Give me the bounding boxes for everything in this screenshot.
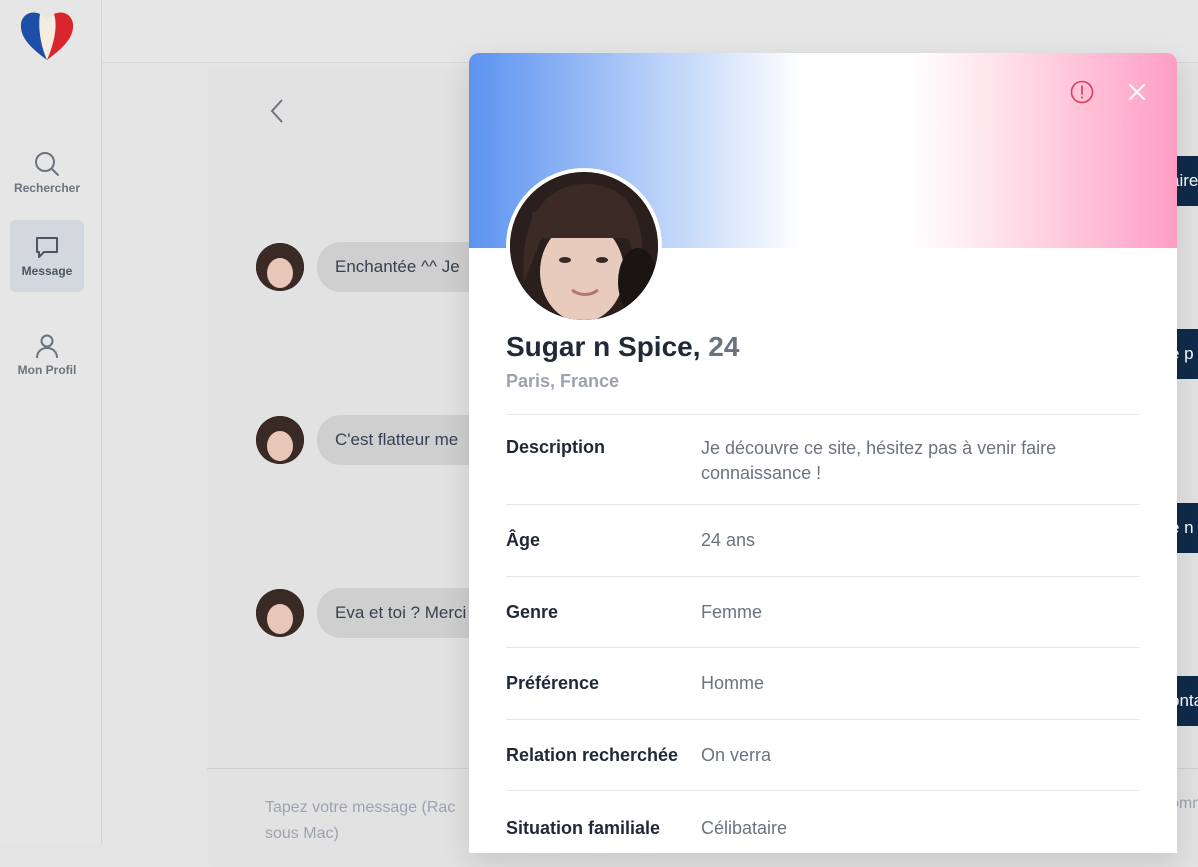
message-input[interactable]: Tapez votre message (Rac sous Mac) [265,795,485,847]
detail-label: Genre [506,601,559,622]
detail-label: Description [506,437,606,457]
detail-label: Âge [506,530,541,550]
close-icon [1129,84,1145,100]
detail-row-relation: Relation recherchée On verra [506,720,1140,791]
sidebar-item-mon-profil[interactable]: Mon Profil [10,319,84,391]
sidebar: Rechercher Message Mon Profil [0,0,102,845]
user-icon [36,334,58,359]
sidebar-item-message[interactable]: Message [10,220,84,292]
detail-row-situation: Situation familiale Célibataire [506,791,1140,853]
back-button[interactable] [262,96,292,126]
detail-value: Célibataire [701,818,788,838]
profile-photo [506,168,662,324]
profile-details: Description Je découvre ce site, hésitez… [506,414,1140,853]
alert-circle-icon [1070,80,1094,104]
sidebar-item-label: Rechercher [13,181,81,195]
detail-value: Je découvre ce site, hésitez pas à venir… [701,438,1057,483]
detail-row-description: Description Je découvre ce site, hésitez… [506,415,1140,505]
close-button[interactable] [1126,81,1148,103]
detail-value: Femme [701,601,763,622]
sidebar-item-label: Message [21,264,73,278]
heart-logo-icon[interactable] [18,8,76,62]
detail-value: On verra [701,744,772,765]
detail-row-preference: Préférence Homme [506,648,1140,720]
search-icon [35,152,59,176]
detail-row-genre: Genre Femme [506,577,1140,648]
detail-value: 24 ans [701,530,756,550]
detail-label: Relation recherchée [506,744,679,765]
message-icon [36,237,58,258]
profile-age: 24 [708,331,740,362]
detail-label: Préférence [506,673,600,693]
profile-modal: Sugar n Spice, 24 Paris, France Descript… [469,53,1177,853]
avatar[interactable] [256,589,304,637]
detail-row-age: Âge 24 ans [506,505,1140,577]
profile-name: Sugar n Spice, [506,331,701,362]
profile-location: Paris, France [506,371,620,391]
profile-name-line: Sugar n Spice, 24 [506,331,739,363]
report-button[interactable] [1070,80,1094,104]
avatar[interactable] [256,243,304,291]
chevron-left-icon [270,99,283,123]
detail-value: Homme [701,673,765,693]
sidebar-item-label: Mon Profil [17,363,77,377]
detail-label: Situation familiale [506,818,661,838]
sidebar-item-rechercher[interactable]: Rechercher [10,137,84,209]
avatar[interactable] [256,416,304,464]
